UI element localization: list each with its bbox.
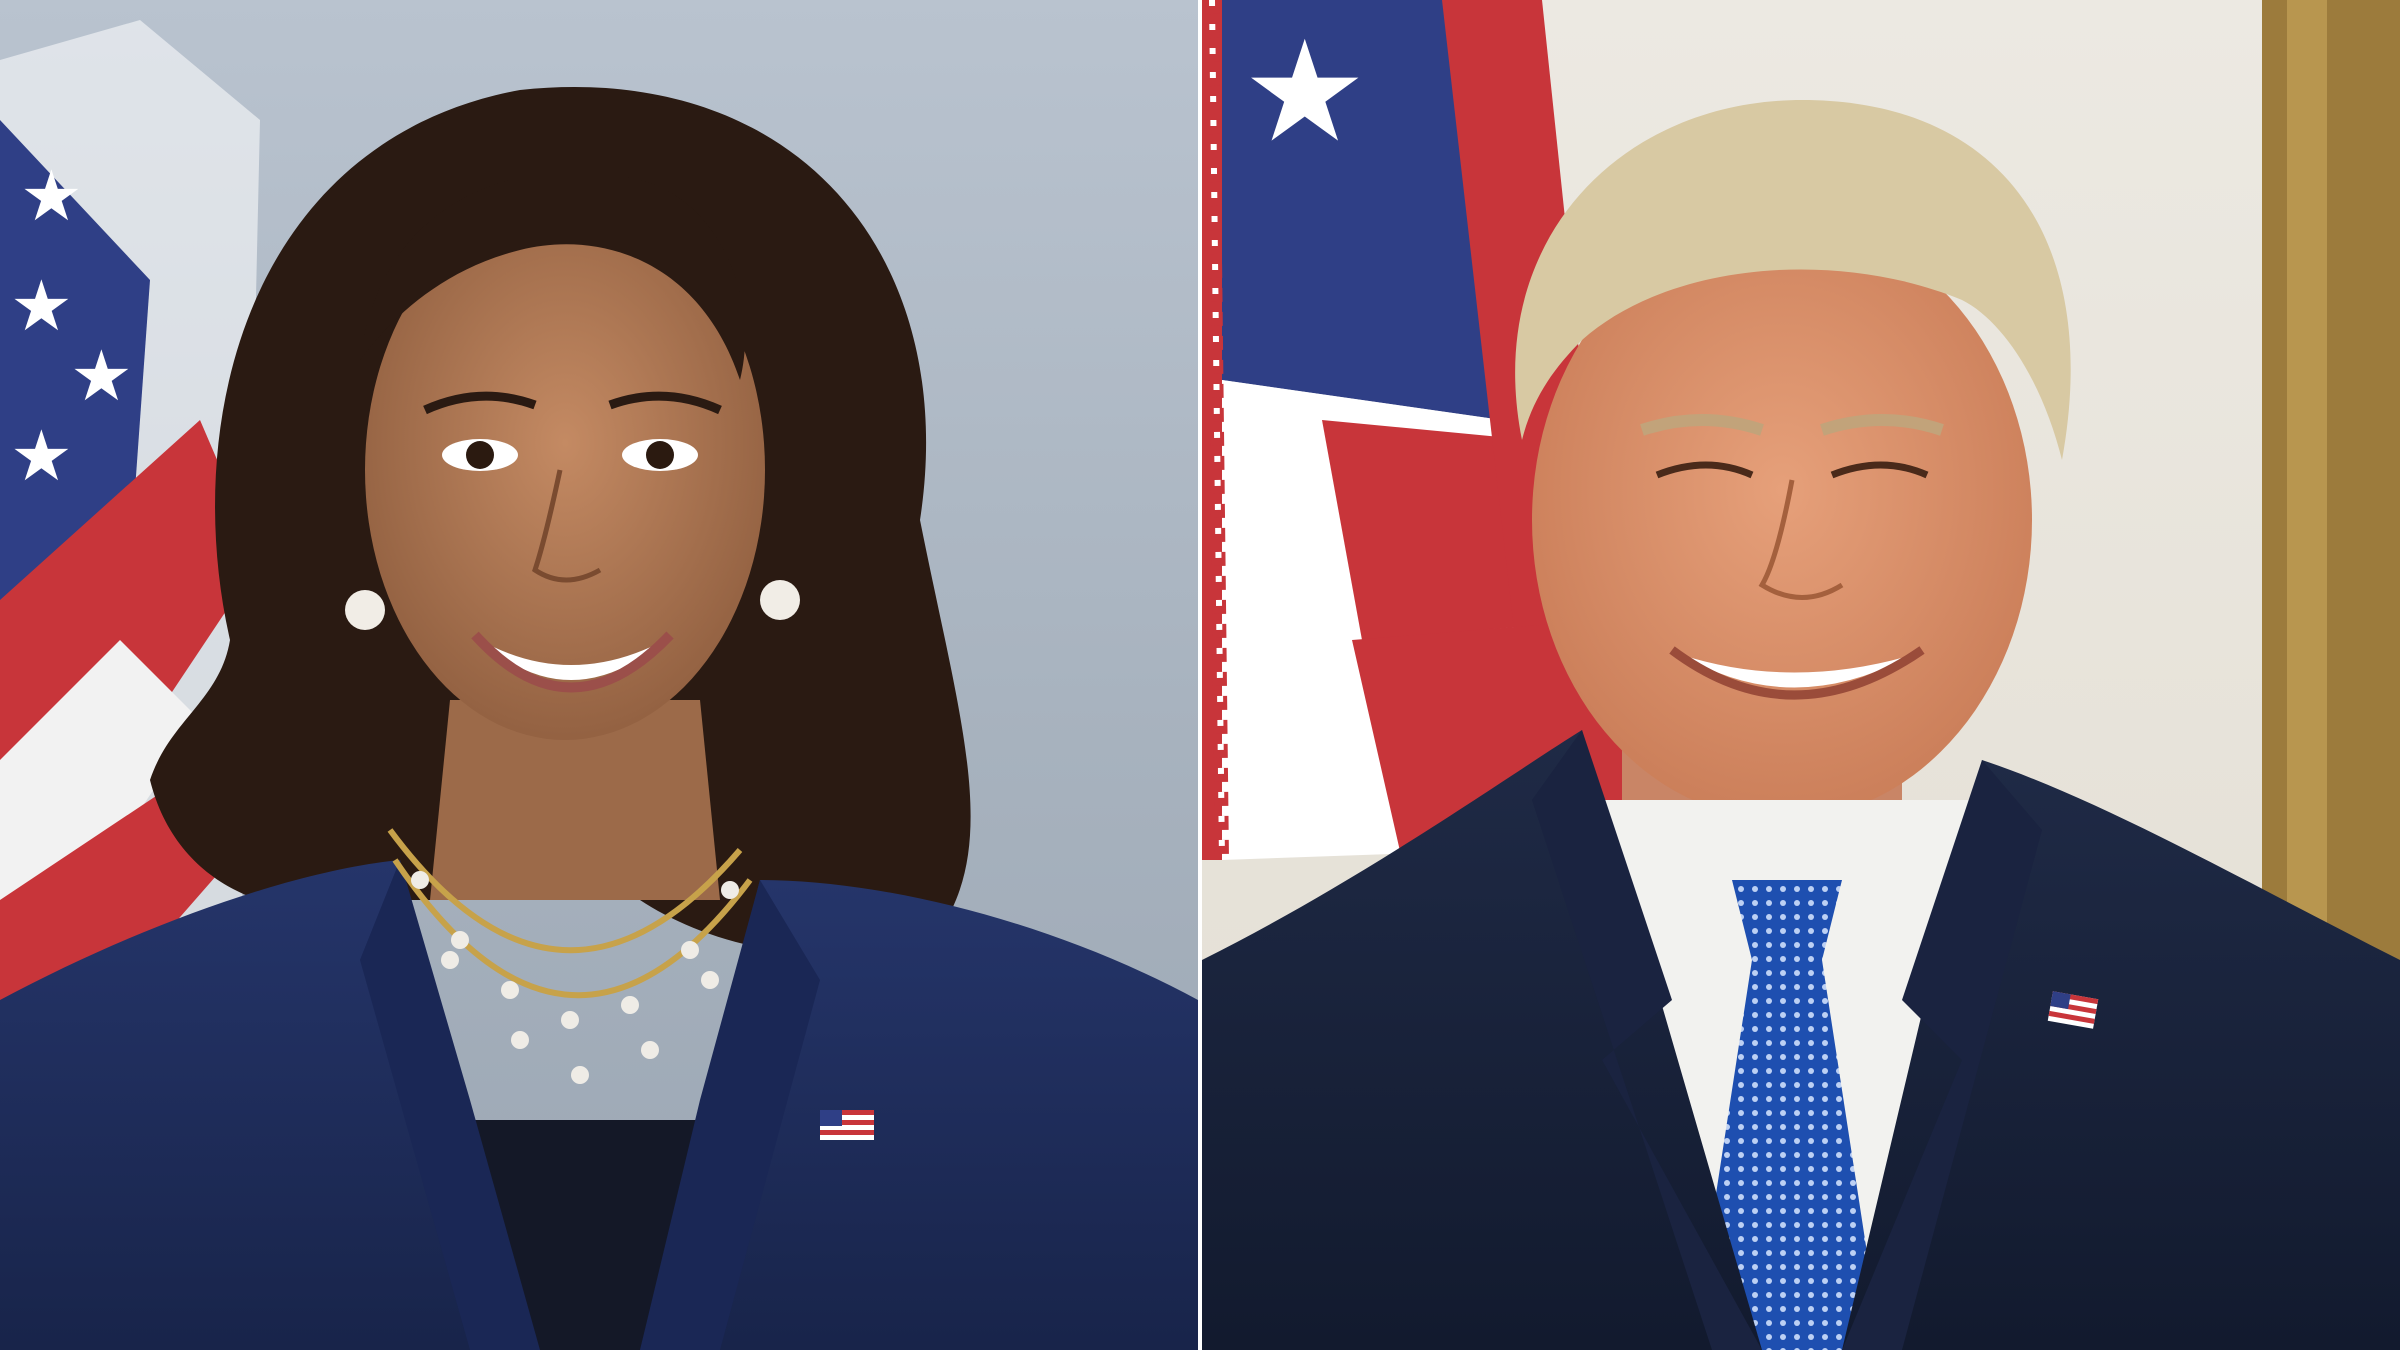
side-by-side-portraits: ★ ★ ★ ★ ★ xyxy=(0,0,2400,1350)
right-portrait-illustration: ★ xyxy=(1202,0,2400,1350)
flag-lapel-pin-icon xyxy=(820,1110,874,1140)
svg-text:★: ★ xyxy=(70,335,133,417)
svg-text:★: ★ xyxy=(20,155,83,237)
left-portrait-panel: ★ ★ ★ ★ xyxy=(0,0,1198,1350)
right-portrait-panel: ★ xyxy=(1202,0,2400,1350)
svg-text:★: ★ xyxy=(10,265,73,347)
svg-text:★: ★ xyxy=(1242,11,1368,174)
svg-text:★: ★ xyxy=(10,415,73,497)
left-portrait-illustration: ★ ★ ★ ★ xyxy=(0,20,1198,1350)
